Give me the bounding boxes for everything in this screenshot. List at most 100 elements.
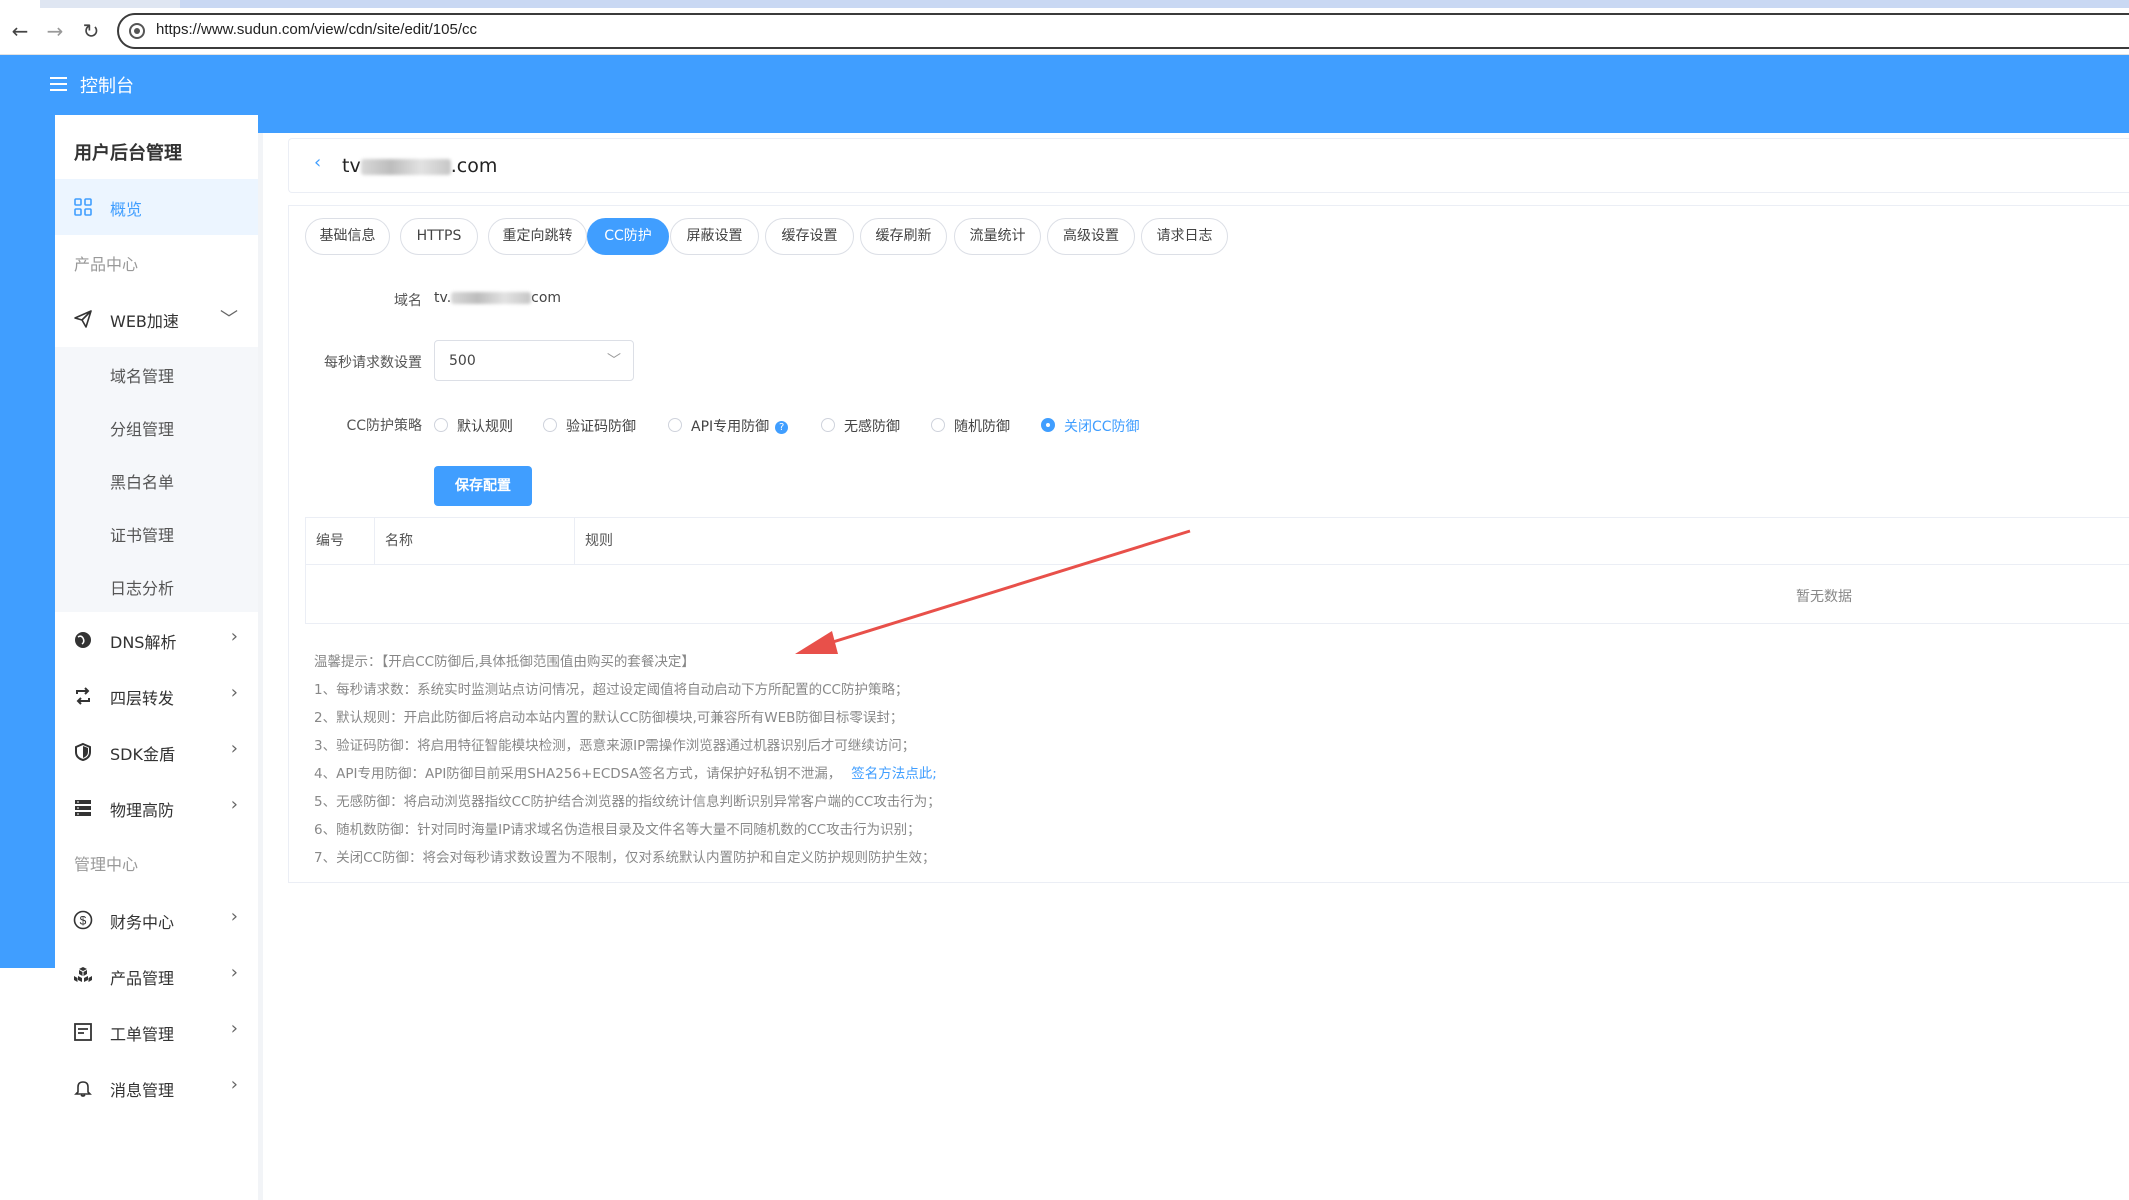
sidebar-item-ticket[interactable]: 工单管理 › — [55, 1004, 258, 1060]
tab-traffic-stats[interactable]: 流量统计 — [954, 218, 1041, 255]
tab-request-log[interactable]: 请求日志 — [1141, 218, 1228, 255]
redacted-blur — [360, 158, 451, 175]
reload-icon[interactable]: ↻ — [80, 20, 102, 42]
sidebar-item-finance[interactable]: $ 财务中心 › — [55, 892, 258, 948]
header-title[interactable]: 控制台 — [80, 72, 134, 98]
cubes-icon — [74, 967, 92, 982]
url-text[interactable]: https://www.sudun.com/view/cdn/site/edit… — [156, 21, 477, 38]
tips-line: 4、API专用防御：API防御目前采用SHA256+ECDSA签名方式，请保护好… — [314, 762, 937, 782]
tab-https[interactable]: HTTPS — [400, 218, 478, 255]
tab-basic-info[interactable]: 基础信息 — [305, 218, 390, 255]
paper-plane-icon — [74, 310, 92, 328]
sidebar-subitem-group[interactable]: 分组管理 — [55, 400, 258, 453]
site-title-card: ‹ tv .com — [288, 138, 2129, 193]
save-config-button[interactable]: 保存配置 — [434, 466, 532, 506]
site-domain: tv .com — [342, 155, 497, 177]
rps-select-value: 500 — [449, 353, 476, 369]
radio-label-text: API专用防御 — [691, 419, 770, 435]
app-header: 控制台 — [0, 55, 2129, 115]
tips-line-text: 4、API专用防御：API防御目前采用SHA256+ECDSA签名方式，请保护好… — [314, 766, 842, 782]
sidebar-subitem-log[interactable]: 日志分析 — [55, 559, 258, 612]
tips-line: 2、默认规则：开启此防御后将启动本站内置的默认CC防御模块,可兼容所有WEB防御… — [314, 710, 904, 726]
sidebar-divider — [258, 133, 263, 1200]
chevron-right-icon: › — [230, 738, 238, 759]
column-id: 编号 — [306, 518, 375, 565]
tips-line: 7、关闭CC防御：将会对每秒请求数设置为不限制，仅对系统默认内置防护和自定义防护… — [314, 850, 936, 866]
radio-circle[interactable] — [543, 418, 557, 432]
sidebar-item-dns[interactable]: DNS解析 › — [55, 612, 258, 668]
tips-line: 5、无感防御：将启动浏览器指纹CC防护结合浏览器的指纹统计信息判断识别异常客户端… — [314, 794, 941, 810]
radio-circle[interactable] — [434, 418, 448, 432]
sidebar-group-manage: 管理中心 — [74, 855, 139, 874]
browser-toolbar: ← → ↻ https://www.sudun.com/view/cdn/sit… — [0, 8, 2129, 55]
radio-label: 关闭CC防御 — [1064, 419, 1140, 435]
sidebar-subitem-label: 日志分析 — [110, 579, 175, 598]
sidebar-subitem-blackwhite[interactable]: 黑白名单 — [55, 453, 258, 506]
sidebar-item-label: 四层转发 — [110, 689, 175, 708]
tab-redirect[interactable]: 重定向跳转 — [488, 218, 587, 255]
tab-block-settings[interactable]: 屏蔽设置 — [670, 218, 759, 255]
question-icon[interactable]: ? — [775, 421, 789, 434]
shield-icon — [75, 742, 91, 762]
rps-select[interactable]: 500 ﹀ — [434, 340, 634, 381]
policy-label: CC防护策略 — [346, 418, 422, 434]
radio-circle[interactable] — [821, 418, 835, 432]
sidebar-item-product-manage[interactable]: 产品管理 › — [55, 948, 258, 1004]
sidebar-item-overview[interactable]: 概览 — [55, 179, 258, 235]
sidebar-item-web-accel[interactable]: WEB加速 ﹀ — [55, 291, 258, 347]
signature-method-link[interactable]: 签名方法点此 — [851, 766, 932, 782]
document-icon — [74, 1023, 92, 1041]
site-info-icon[interactable] — [129, 23, 145, 39]
domain-value-prefix: tv. — [434, 290, 452, 306]
sidebar-item-message[interactable]: 消息管理 › — [55, 1060, 258, 1116]
hamburger-menu-icon[interactable] — [50, 77, 67, 91]
grid-icon — [74, 198, 92, 216]
swap-icon — [76, 687, 90, 705]
header-band-right — [258, 115, 2129, 133]
globe-icon — [75, 632, 91, 648]
tips-line: 1、每秒请求数：系统实时监测站点访问情况，超过设定阈值将自动启动下方所配置的CC… — [314, 682, 909, 698]
tab-advanced[interactable]: 高级设置 — [1047, 218, 1135, 255]
rps-label: 每秒请求数设置 — [324, 355, 422, 371]
sidebar-item-label: DNS解析 — [110, 633, 177, 652]
browser-tab-strip — [0, 0, 2129, 8]
chevron-right-icon: › — [230, 682, 238, 703]
sidebar-item-sdk[interactable]: SDK金盾 › — [55, 724, 258, 780]
tips-link-suffix: ; — [932, 766, 937, 782]
empty-text: 暂无数据 — [1796, 589, 1852, 605]
sidebar-item-physical[interactable]: 物理高防 › — [55, 780, 258, 836]
chevron-left-icon[interactable]: ‹ — [314, 152, 321, 173]
sidebar-item-label: 财务中心 — [110, 913, 175, 932]
tab-cache-refresh[interactable]: 缓存刷新 — [860, 218, 947, 255]
tab-cc-protection[interactable]: CC防护 — [587, 218, 669, 255]
chevron-right-icon: › — [230, 794, 238, 815]
table-header: 编号 名称 规则 — [306, 518, 2129, 565]
back-arrow-icon[interactable]: ← — [9, 20, 31, 42]
column-rule: 规则 — [585, 533, 613, 549]
sidebar-heading: 用户后台管理 — [74, 143, 182, 164]
sidebar-item-l4[interactable]: 四层转发 › — [55, 668, 258, 724]
forward-arrow-icon[interactable]: → — [44, 20, 66, 42]
browser-tab-bar — [180, 0, 2129, 8]
address-bar[interactable]: https://www.sudun.com/view/cdn/site/edit… — [117, 13, 2129, 49]
domain-label: 域名 — [394, 293, 422, 309]
site-domain-suffix: .com — [450, 155, 498, 177]
radio-label: 无感防御 — [844, 419, 900, 435]
tips-line: 3、验证码防御：将启用特征智能模块检测，恶意来源IP需操作浏览器通过机器识别后才… — [314, 738, 916, 754]
sidebar-subitem-domain[interactable]: 域名管理 — [55, 347, 258, 400]
radio-circle[interactable] — [1041, 418, 1055, 432]
sidebar-item-label: 产品管理 — [110, 969, 175, 988]
browser-tab[interactable] — [0, 0, 40, 8]
sidebar-item-label: SDK金盾 — [110, 745, 175, 764]
header-band-left — [0, 115, 55, 968]
tips-line: 6、随机数防御：针对同时海量IP请求域名伪造根目录及文件名等大量不同随机数的CC… — [314, 822, 921, 838]
chevron-right-icon: › — [230, 1074, 238, 1095]
sidebar-subitem-label: 分组管理 — [110, 420, 175, 439]
sidebar-subitem-cert[interactable]: 证书管理 — [55, 506, 258, 559]
radio-circle[interactable] — [668, 418, 682, 432]
sidebar-group-product: 产品中心 — [74, 255, 139, 274]
radio-circle[interactable] — [931, 418, 945, 432]
chevron-right-icon: › — [230, 1018, 238, 1039]
tab-cache-settings[interactable]: 缓存设置 — [765, 218, 854, 255]
sidebar-item-label: 消息管理 — [110, 1081, 175, 1100]
